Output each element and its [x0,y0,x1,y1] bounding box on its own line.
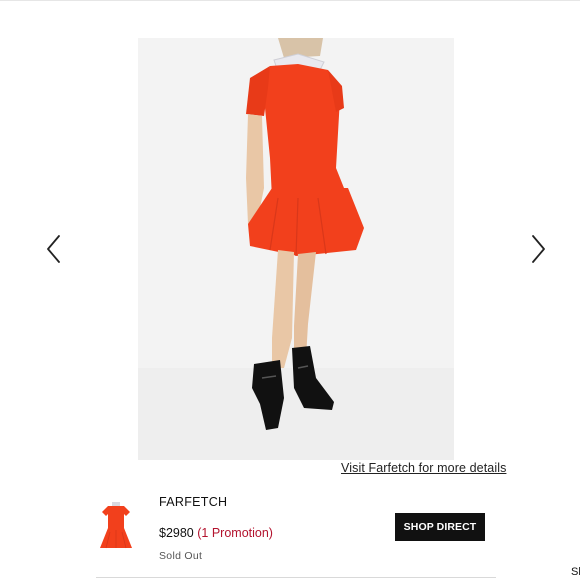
retailer-details-link[interactable]: Visit Farfetch for more details [341,461,506,475]
dress-thumbnail-image [96,498,136,556]
chevron-right-icon [532,235,545,263]
top-divider [0,0,580,1]
chevron-left-icon [47,235,60,263]
price-line: $2980 (1 Promotion) [159,526,273,540]
product-image[interactable] [138,38,454,460]
previous-image-button[interactable] [42,232,68,266]
shop-direct-button[interactable]: SHOP DIRECT [395,513,485,541]
product-photo [138,38,454,460]
cut-off-label: Sh [571,566,580,578]
product-thumbnail[interactable] [96,498,136,556]
bottom-divider [96,577,496,578]
promotion-link[interactable]: (1 Promotion) [197,526,273,540]
next-image-button[interactable] [524,232,550,266]
product-page: Visit Farfetch for more details FARFETCH… [0,0,580,580]
retailer-name: FARFETCH [159,495,228,509]
price: $2980 [159,526,194,540]
stock-status: Sold Out [159,550,203,562]
